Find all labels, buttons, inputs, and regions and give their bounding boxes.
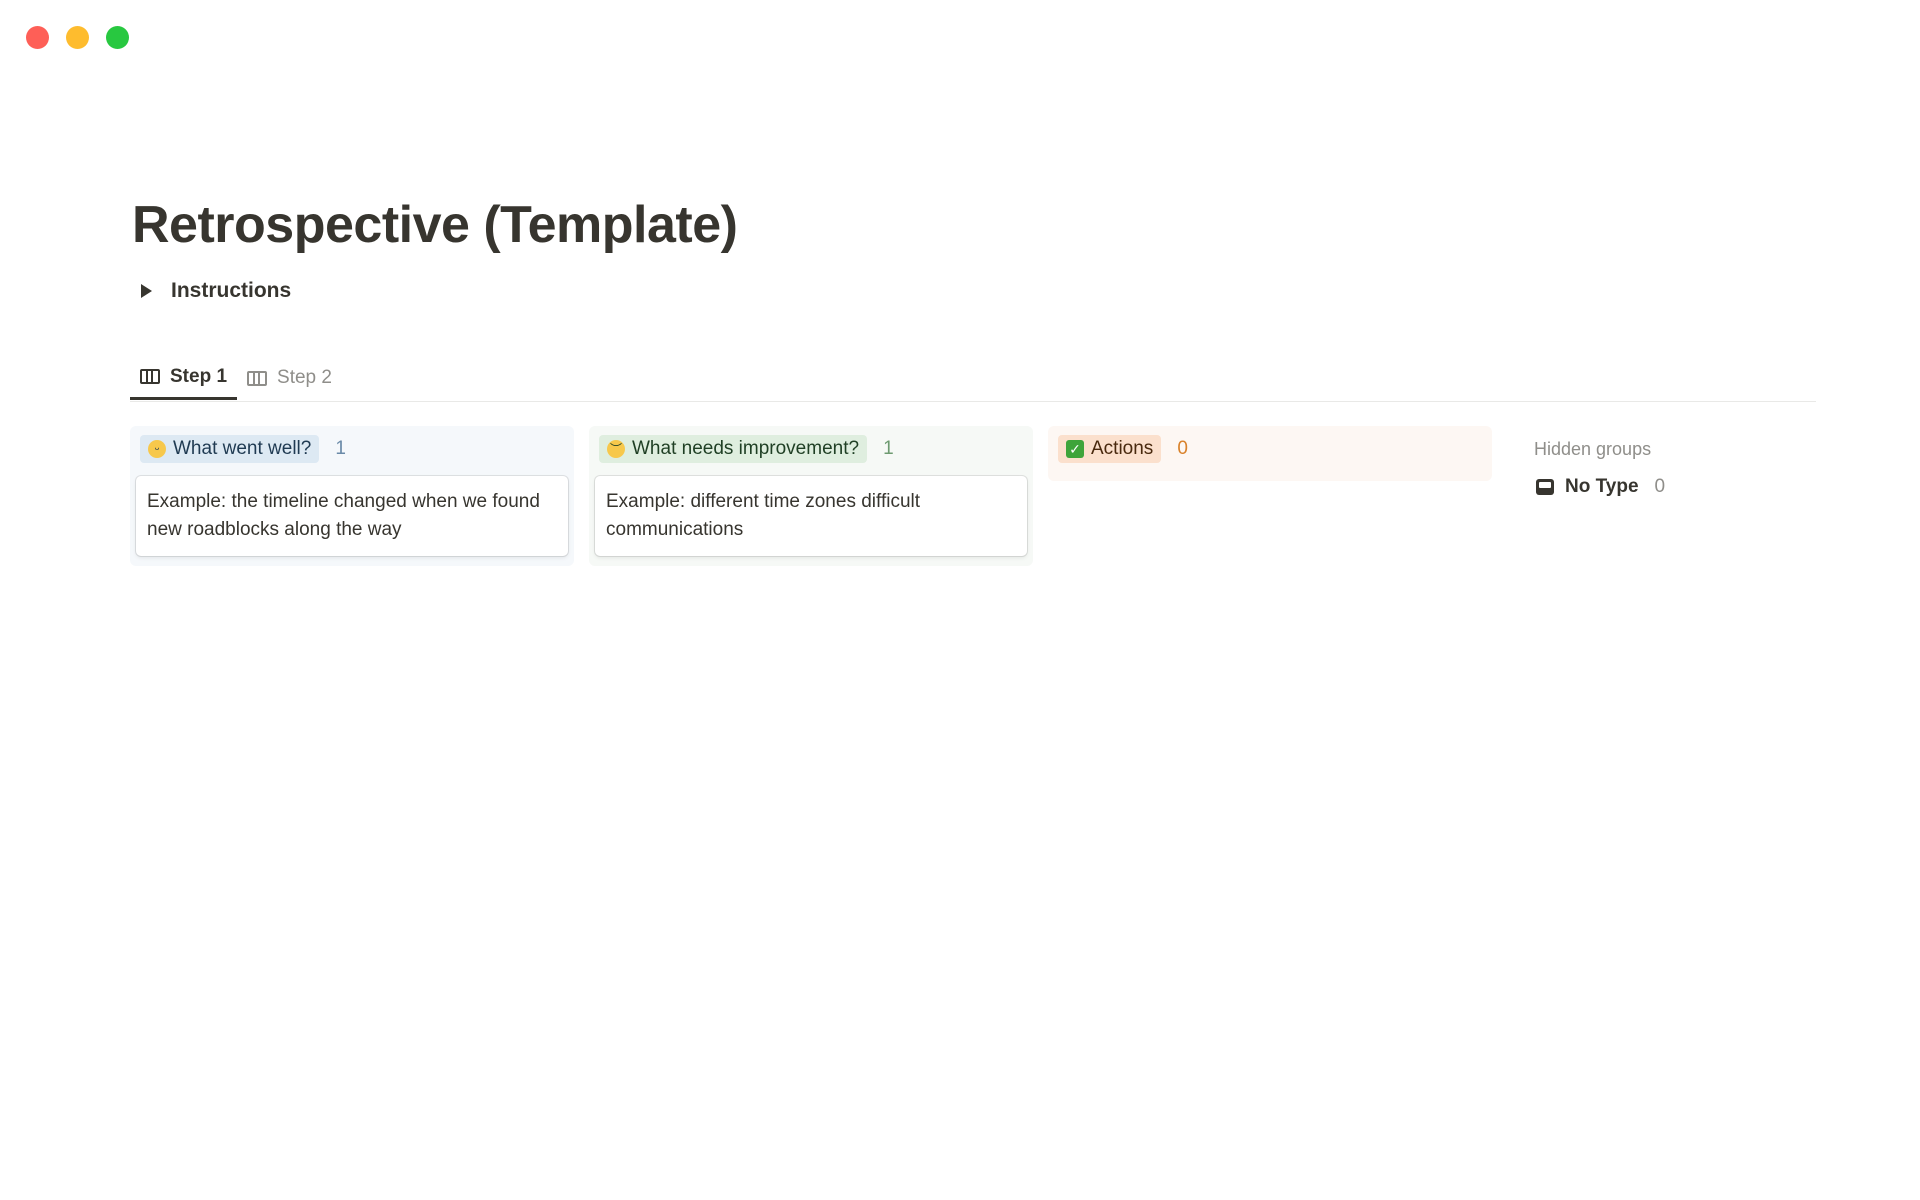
tab-label: Step 2 — [277, 367, 332, 388]
group-label: ︶ What needs improvement? — [599, 435, 868, 463]
hidden-groups-title: Hidden groups — [1534, 439, 1652, 459]
board-view-icon — [140, 369, 160, 384]
column-header[interactable]: ︶ What needs improvement? 1 — [595, 432, 1027, 466]
group-count: 1 — [335, 438, 346, 459]
column-header[interactable]: ᵕ What went well? 1 — [136, 432, 568, 466]
group-label-text: What needs improvement? — [632, 438, 860, 459]
group-count: 0 — [1177, 438, 1188, 459]
board-card[interactable]: Example: different time zones difficult … — [595, 476, 1027, 556]
zoom-window-button[interactable] — [106, 26, 129, 49]
column-what-needs-improvement: ︶ What needs improvement? 1 Example: dif… — [589, 426, 1033, 566]
hidden-groups: Hidden groups No Type 0 — [1534, 426, 1665, 566]
toggle-label: Instructions — [171, 279, 292, 302]
column-what-went-well: ᵕ What went well? 1 Example: the timelin… — [130, 426, 574, 566]
window-controls — [26, 26, 129, 49]
group-label-text: Actions — [1091, 438, 1154, 459]
tab-label: Step 1 — [170, 365, 228, 387]
tab-step-2[interactable]: Step 2 — [237, 356, 342, 400]
disappointed-face-emoji-icon: ︶ — [607, 440, 625, 458]
column-header[interactable]: ✓ Actions 0 — [1054, 432, 1486, 466]
page-title[interactable]: Retrospective (Template) — [132, 190, 1812, 260]
board-view-icon — [247, 370, 268, 386]
close-window-button[interactable] — [26, 26, 49, 49]
view-tabs: Step 1 Step 2 — [130, 356, 1816, 402]
board-card[interactable]: Example: the timeline changed when we fo… — [136, 476, 568, 556]
group-count: 1 — [883, 438, 894, 459]
group-label: ✓ Actions — [1058, 435, 1162, 463]
check-mark-emoji-icon: ✓ — [1066, 440, 1084, 458]
hidden-group-label: No Type — [1565, 476, 1639, 497]
group-label-text: What went well? — [173, 438, 312, 459]
grinning-face-emoji-icon: ᵕ — [148, 440, 166, 458]
kanban-board: ᵕ What went well? 1 Example: the timelin… — [130, 426, 1665, 566]
tab-step-1[interactable]: Step 1 — [130, 356, 238, 400]
hidden-group-no-type[interactable]: No Type 0 — [1534, 476, 1665, 498]
minimize-window-button[interactable] — [66, 26, 89, 49]
page-content: Retrospective (Template) Instructions St… — [130, 190, 1816, 566]
inbox-icon — [1536, 479, 1554, 495]
column-actions: ✓ Actions 0 — [1048, 426, 1492, 481]
hidden-group-count: 0 — [1654, 476, 1666, 497]
instructions-toggle[interactable]: Instructions — [132, 274, 1812, 308]
toggle-triangle-icon[interactable] — [141, 284, 152, 298]
group-label: ᵕ What went well? — [140, 435, 320, 463]
